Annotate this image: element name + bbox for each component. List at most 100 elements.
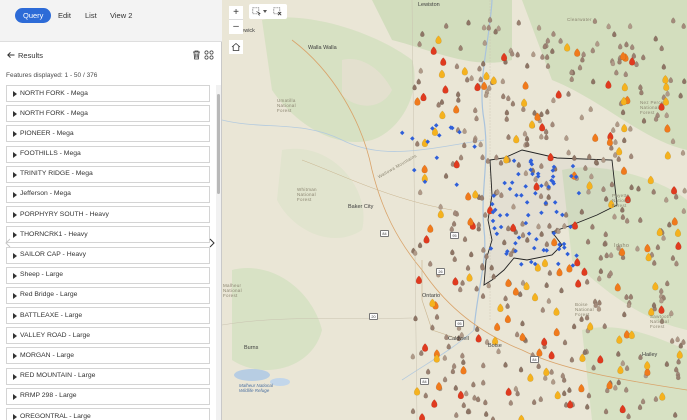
fire-point-icon[interactable] [644, 360, 651, 370]
fire-point-icon[interactable] [494, 154, 499, 161]
fire-point-icon[interactable] [603, 231, 608, 238]
fire-point-icon[interactable] [474, 115, 479, 122]
fire-point-icon[interactable] [671, 17, 676, 24]
fire-point-icon[interactable] [653, 395, 659, 402]
fire-point-icon[interactable] [538, 192, 544, 200]
result-item[interactable]: OREGONTRAL - Large [6, 408, 210, 420]
fire-point-icon[interactable] [659, 392, 666, 401]
home-button[interactable] [229, 40, 243, 54]
fire-point-icon[interactable] [512, 287, 519, 296]
fire-point-icon[interactable] [504, 109, 510, 116]
fire-point-icon[interactable] [457, 390, 464, 400]
fire-point-icon[interactable] [480, 292, 486, 299]
fire-point-icon[interactable] [506, 133, 511, 140]
fire-point-icon[interactable] [503, 361, 508, 368]
fire-point-icon[interactable] [471, 381, 476, 388]
fire-point-icon[interactable] [478, 141, 483, 148]
fire-point-icon[interactable] [525, 236, 530, 243]
selected-point-icon[interactable] [534, 236, 539, 242]
fire-point-icon[interactable] [586, 181, 593, 190]
fire-point-icon[interactable] [569, 75, 574, 82]
fire-point-icon[interactable] [469, 251, 474, 258]
fire-point-icon[interactable] [544, 281, 549, 288]
selected-point-icon[interactable] [399, 130, 405, 136]
fire-point-icon[interactable] [490, 76, 497, 85]
fire-point-icon[interactable] [612, 31, 617, 38]
fire-point-icon[interactable] [511, 203, 516, 210]
selected-point-icon[interactable] [574, 253, 579, 258]
result-item[interactable]: RED MOUNTAIN - Large [6, 367, 210, 385]
selected-point-icon[interactable] [565, 251, 570, 257]
tab-view-2[interactable]: View 2 [110, 8, 132, 23]
fire-point-icon[interactable] [439, 110, 446, 120]
fire-point-icon[interactable] [536, 223, 541, 230]
fire-point-icon[interactable] [558, 37, 563, 44]
fire-point-icon[interactable] [453, 105, 460, 114]
selected-point-icon[interactable] [433, 123, 439, 128]
fire-point-icon[interactable] [490, 416, 496, 420]
fire-point-icon[interactable] [637, 403, 643, 411]
fire-point-icon[interactable] [506, 95, 511, 102]
chevron-right-icon[interactable] [208, 238, 216, 248]
fire-point-icon[interactable] [641, 117, 647, 124]
fire-point-icon[interactable] [627, 22, 633, 30]
fire-point-icon[interactable] [619, 404, 626, 414]
chevron-left-icon[interactable] [4, 238, 12, 248]
fire-point-icon[interactable] [579, 208, 585, 215]
fire-point-icon[interactable] [430, 46, 437, 55]
fire-point-icon[interactable] [435, 381, 442, 391]
fire-point-icon[interactable] [506, 225, 511, 232]
fire-point-icon[interactable] [588, 105, 593, 113]
fire-point-icon[interactable] [644, 243, 651, 253]
fire-point-icon[interactable] [617, 365, 624, 375]
fire-point-icon[interactable] [503, 295, 508, 302]
fire-point-icon[interactable] [653, 35, 658, 42]
fire-point-icon[interactable] [546, 297, 552, 304]
selected-point-icon[interactable] [560, 212, 565, 218]
fire-point-icon[interactable] [410, 407, 416, 415]
fire-point-icon[interactable] [494, 322, 501, 331]
fire-point-icon[interactable] [655, 243, 661, 251]
fire-point-icon[interactable] [551, 97, 556, 104]
fire-point-icon[interactable] [446, 343, 451, 350]
fire-point-icon[interactable] [614, 282, 621, 292]
fire-point-icon[interactable] [536, 362, 541, 369]
fire-point-icon[interactable] [613, 138, 618, 145]
fire-point-icon[interactable] [481, 246, 486, 253]
fire-point-icon[interactable] [624, 386, 629, 393]
fire-point-icon[interactable] [429, 298, 436, 308]
fire-point-icon[interactable] [551, 378, 556, 385]
fire-point-icon[interactable] [425, 368, 431, 375]
fire-point-icon[interactable] [543, 367, 550, 377]
fire-point-icon[interactable] [609, 181, 615, 188]
result-item[interactable]: Red Bridge - Large [6, 286, 210, 304]
fire-point-icon[interactable] [415, 275, 422, 285]
fire-point-icon[interactable] [443, 172, 449, 179]
fire-point-icon[interactable] [544, 134, 549, 141]
fire-point-icon[interactable] [665, 280, 670, 287]
fire-point-icon[interactable] [548, 350, 555, 360]
fire-point-icon[interactable] [483, 71, 490, 81]
fire-point-icon[interactable] [571, 221, 578, 230]
fire-point-icon[interactable] [496, 25, 501, 32]
fire-point-icon[interactable] [515, 51, 520, 58]
selected-point-icon[interactable] [498, 224, 504, 230]
fire-point-icon[interactable] [682, 187, 687, 194]
fire-point-icon[interactable] [670, 138, 676, 145]
fire-point-icon[interactable] [469, 74, 474, 81]
fire-point-icon[interactable] [624, 293, 629, 300]
fire-point-icon[interactable] [589, 173, 594, 180]
scrollbar-thumb[interactable] [217, 94, 220, 194]
fire-point-icon[interactable] [559, 287, 564, 294]
fire-point-icon[interactable] [667, 221, 672, 228]
fire-point-icon[interactable] [458, 154, 464, 161]
fire-point-icon[interactable] [521, 98, 528, 107]
fire-point-icon[interactable] [597, 275, 602, 282]
fire-point-icon[interactable] [628, 293, 634, 300]
fire-point-icon[interactable] [455, 91, 461, 98]
fire-point-icon[interactable] [614, 69, 619, 76]
selected-point-icon[interactable] [488, 246, 494, 251]
result-item[interactable]: FOOTHILLS - Mega [6, 145, 210, 163]
fire-point-icon[interactable] [481, 60, 486, 67]
fire-point-icon[interactable] [421, 164, 428, 174]
